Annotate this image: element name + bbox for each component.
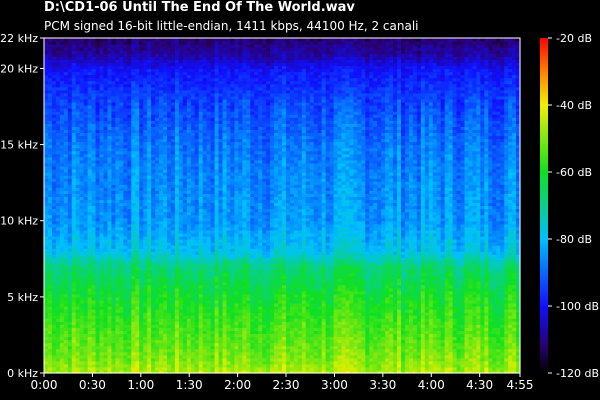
y-tick-label: 20 kHz <box>0 62 38 75</box>
colorbar-tick-label: -20 dB <box>556 32 592 45</box>
colorbar-tick-label: -120 dB <box>556 367 599 380</box>
spectrogram-chart: 0:00 0:30 1:00 1:30 2:00 2:30 3:00 3:30 4:00 4:30… <box>0 32 599 392</box>
y-tick-label: 5 kHz <box>7 291 38 304</box>
colorbar-scale <box>540 38 548 373</box>
colorbar-tick-label: -100 dB <box>556 300 599 313</box>
y-tick-label: 10 kHz <box>0 215 38 228</box>
x-tick-label: 0:30 <box>79 378 106 392</box>
colorbar-tick-label: -60 dB <box>556 166 592 179</box>
colorbar-tick-label: -80 dB <box>556 233 592 246</box>
x-tick-label: 4:55 <box>507 378 534 392</box>
x-tick-label: 1:00 <box>127 378 154 392</box>
x-tick-label: 4:00 <box>418 378 445 392</box>
x-tick-label: 1:30 <box>176 378 203 392</box>
x-tick-label: 2:30 <box>273 378 300 392</box>
x-tick-label: 0:00 <box>31 378 58 392</box>
x-tick-label: 2:00 <box>224 378 251 392</box>
x-tick-label: 3:00 <box>321 378 348 392</box>
y-tick-label: 0 kHz <box>7 367 38 380</box>
x-tick-label: 3:30 <box>369 378 396 392</box>
x-tick-label: 4:30 <box>466 378 493 392</box>
spectrogram-image <box>44 38 521 374</box>
colorbar-tick-label: -40 dB <box>556 99 592 112</box>
y-tick-label: 22 kHz <box>0 32 38 45</box>
y-tick-label: 15 kHz <box>0 139 38 152</box>
